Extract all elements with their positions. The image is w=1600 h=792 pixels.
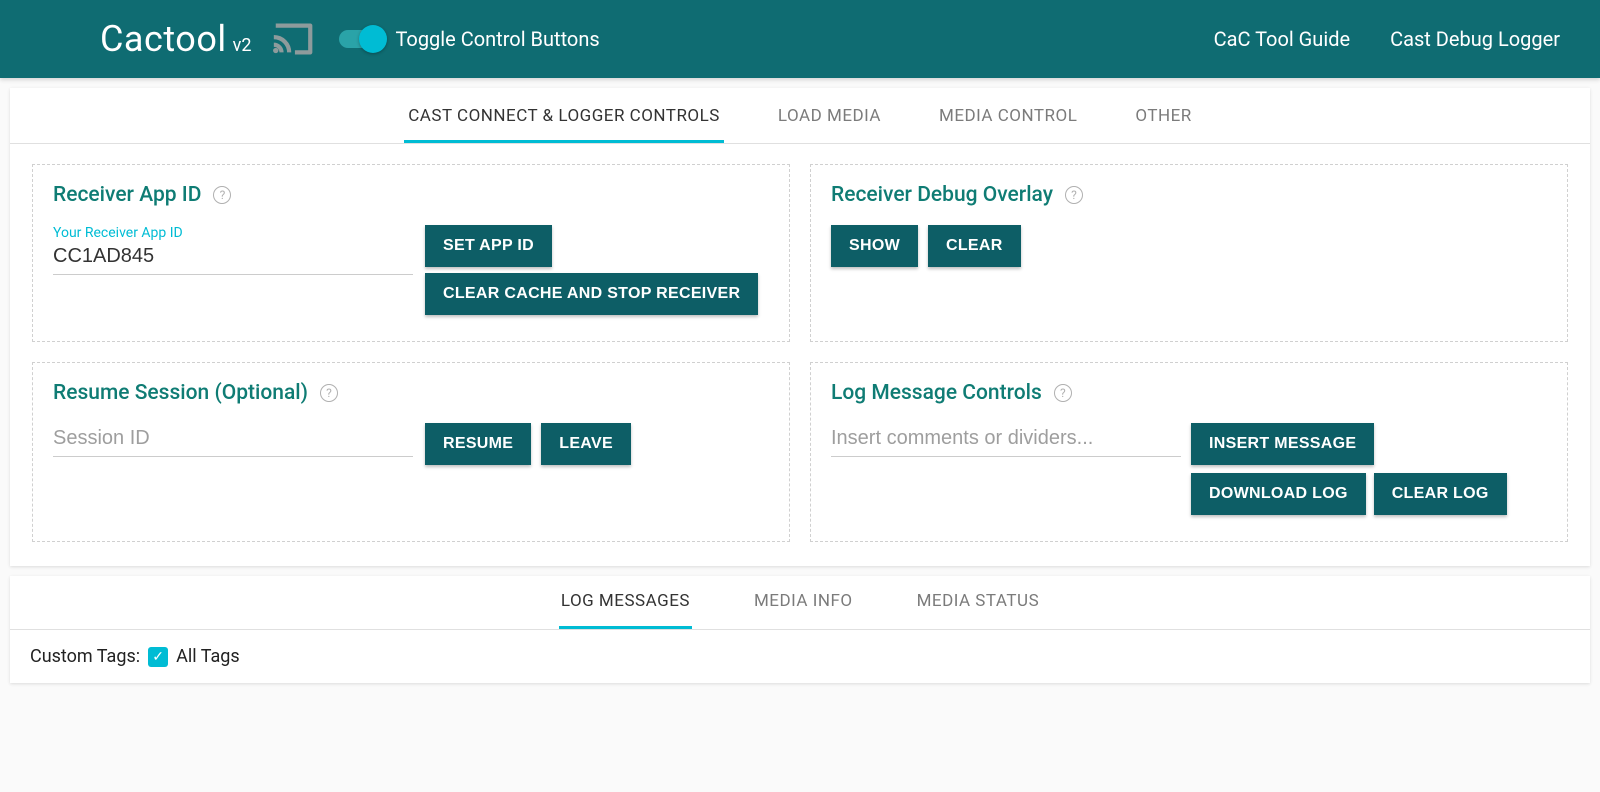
tab-cast-connect[interactable]: CAST CONNECT & LOGGER CONTROLS (404, 92, 724, 143)
subtab-media-info[interactable]: MEDIA INFO (752, 576, 855, 629)
card-receiver-app-id: Receiver App ID ? Your Receiver App ID S… (32, 164, 790, 342)
receiver-app-id-field: Your Receiver App ID (53, 225, 413, 275)
field-label: Your Receiver App ID (53, 225, 413, 241)
custom-tags-row: Custom Tags: ✓ All Tags (10, 630, 1590, 683)
log-tabs: LOG MESSAGES MEDIA INFO MEDIA STATUS (10, 576, 1590, 630)
app-version: v2 (233, 35, 252, 56)
card-title: Receiver Debug Overlay (831, 183, 1053, 207)
session-id-input[interactable] (53, 423, 413, 457)
log-message-input[interactable] (831, 423, 1181, 457)
controls-panel: CAST CONNECT & LOGGER CONTROLS LOAD MEDI… (10, 88, 1590, 566)
card-title: Receiver App ID (53, 183, 201, 207)
card-debug-overlay: Receiver Debug Overlay ? SHOW CLEAR (810, 164, 1568, 342)
set-app-id-button[interactable]: SET APP ID (425, 225, 552, 267)
all-tags-checkbox[interactable]: ✓ (148, 647, 168, 667)
card-title: Log Message Controls (831, 381, 1042, 405)
help-icon[interactable]: ? (320, 384, 338, 402)
tab-media-control[interactable]: MEDIA CONTROL (935, 92, 1081, 143)
subtab-media-status[interactable]: MEDIA STATUS (915, 576, 1042, 629)
link-debug-logger[interactable]: Cast Debug Logger (1390, 27, 1560, 51)
receiver-app-id-input[interactable] (53, 241, 413, 275)
app-header: Cactool v2 Toggle Control Buttons CaC To… (0, 0, 1600, 78)
toggle-control-buttons: Toggle Control Buttons (339, 27, 599, 51)
tab-load-media[interactable]: LOAD MEDIA (774, 92, 885, 143)
show-overlay-button[interactable]: SHOW (831, 225, 918, 267)
help-icon[interactable]: ? (1054, 384, 1072, 402)
insert-message-button[interactable]: INSERT MESSAGE (1191, 423, 1374, 465)
main-tabs: CAST CONNECT & LOGGER CONTROLS LOAD MEDI… (10, 88, 1590, 144)
log-message-field (831, 423, 1181, 457)
cast-icon[interactable] (265, 16, 321, 62)
toggle-switch[interactable] (339, 30, 383, 48)
help-icon[interactable]: ? (213, 186, 231, 204)
all-tags-label: All Tags (176, 646, 240, 667)
download-log-button[interactable]: DOWNLOAD LOG (1191, 473, 1366, 515)
subtab-log-messages[interactable]: LOG MESSAGES (559, 576, 692, 629)
clear-overlay-button[interactable]: CLEAR (928, 225, 1021, 267)
clear-log-button[interactable]: CLEAR LOG (1374, 473, 1507, 515)
log-panel: LOG MESSAGES MEDIA INFO MEDIA STATUS Cus… (10, 576, 1590, 683)
custom-tags-label: Custom Tags: (30, 646, 140, 667)
resume-button[interactable]: RESUME (425, 423, 531, 465)
app-title: Cactool (100, 18, 227, 60)
card-title: Resume Session (Optional) (53, 381, 308, 405)
toggle-label: Toggle Control Buttons (395, 27, 599, 51)
card-log-controls: Log Message Controls ? INSERT MESSAGE DO… (810, 362, 1568, 542)
clear-cache-button[interactable]: CLEAR CACHE AND STOP RECEIVER (425, 273, 758, 315)
cards-grid: Receiver App ID ? Your Receiver App ID S… (10, 144, 1590, 566)
app-logo: Cactool v2 (100, 18, 251, 60)
link-guide[interactable]: CaC Tool Guide (1214, 27, 1350, 51)
help-icon[interactable]: ? (1065, 186, 1083, 204)
session-id-field (53, 423, 413, 457)
leave-button[interactable]: LEAVE (541, 423, 631, 465)
tab-other[interactable]: OTHER (1131, 92, 1195, 143)
header-links: CaC Tool Guide Cast Debug Logger (1214, 27, 1560, 51)
card-resume-session: Resume Session (Optional) ? RESUME LEAVE (32, 362, 790, 542)
